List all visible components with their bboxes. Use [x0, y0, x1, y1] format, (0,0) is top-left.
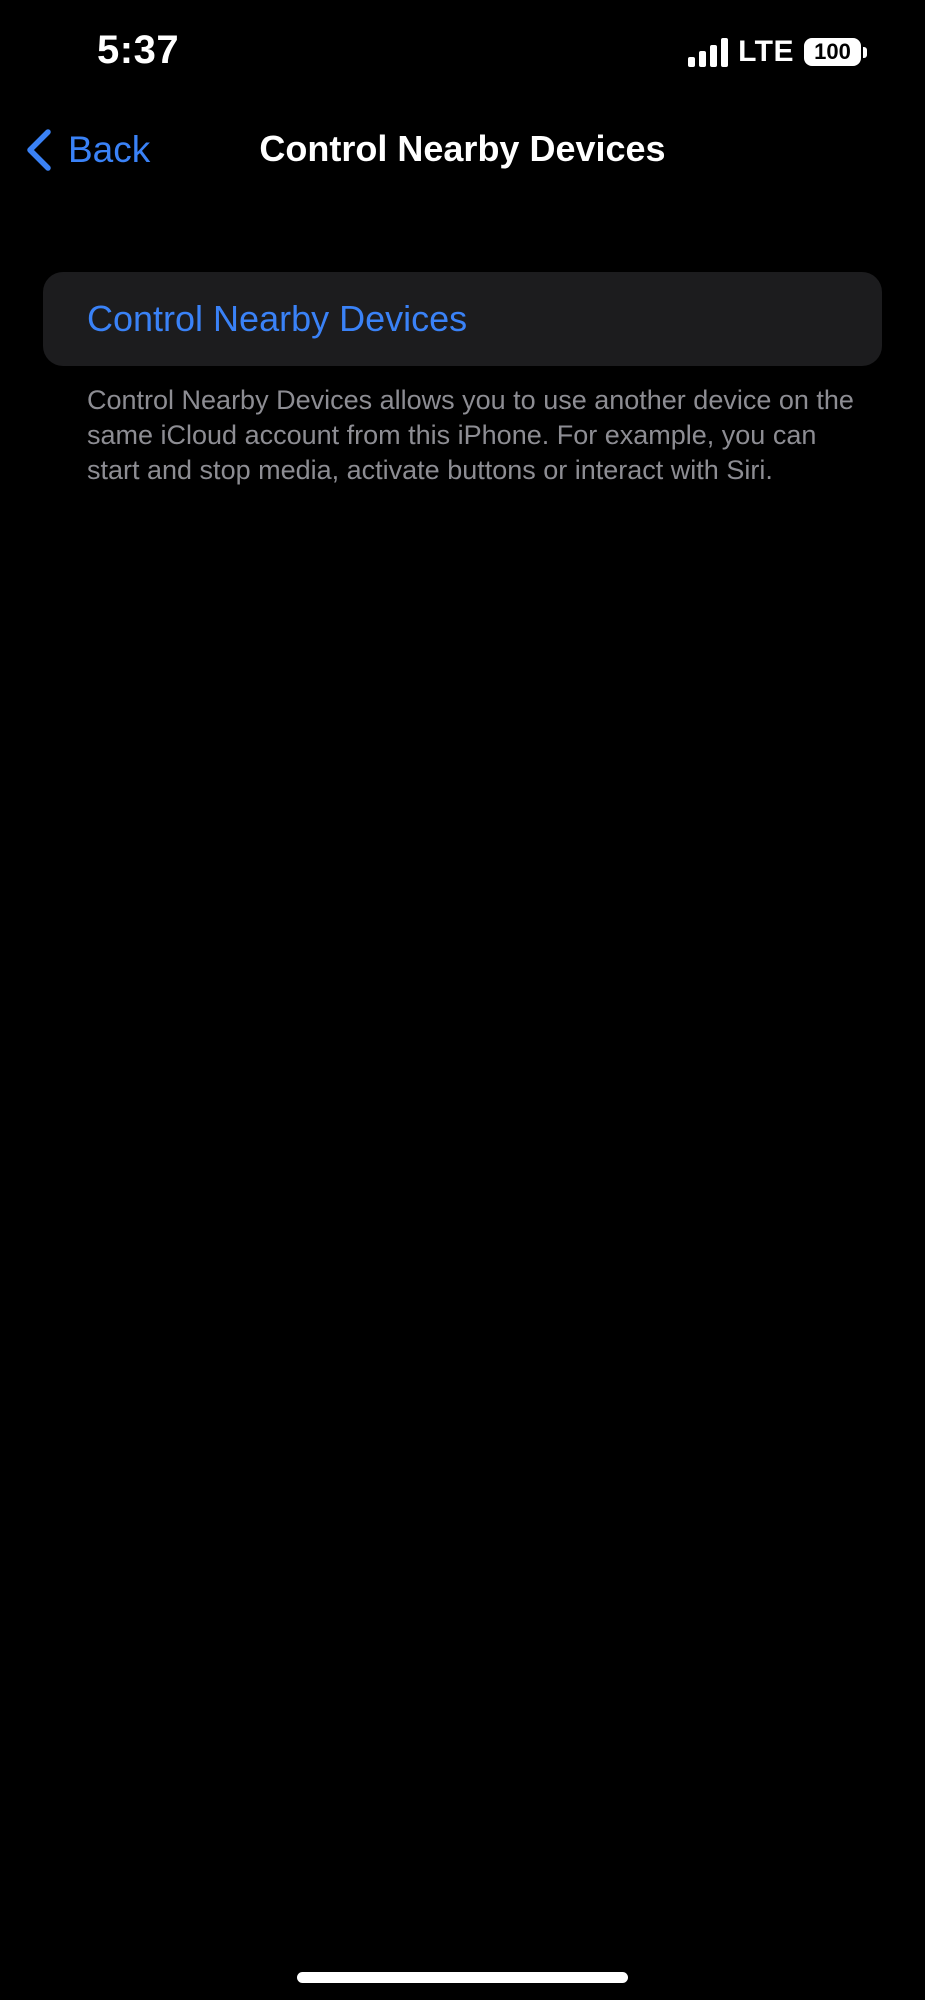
battery-icon: 100 [804, 38, 867, 66]
cellular-signal-icon [688, 37, 729, 67]
battery-cap [863, 46, 867, 58]
navigation-bar: Back Control Nearby Devices [0, 110, 925, 190]
control-nearby-devices-row[interactable]: Control Nearby Devices [43, 272, 882, 366]
battery-level: 100 [804, 38, 861, 66]
settings-group: Control Nearby Devices [43, 272, 882, 366]
status-time: 5:37 [97, 28, 180, 72]
group-footer-description: Control Nearby Devices allows you to use… [87, 385, 854, 485]
page-title: Control Nearby Devices [259, 128, 666, 169]
status-bar: 5:37 LTE 100 [0, 0, 925, 100]
status-indicators: LTE 100 [688, 34, 867, 70]
network-type-label: LTE [738, 35, 794, 68]
control-nearby-devices-label: Control Nearby Devices [87, 298, 468, 339]
home-indicator[interactable] [297, 1972, 628, 1983]
